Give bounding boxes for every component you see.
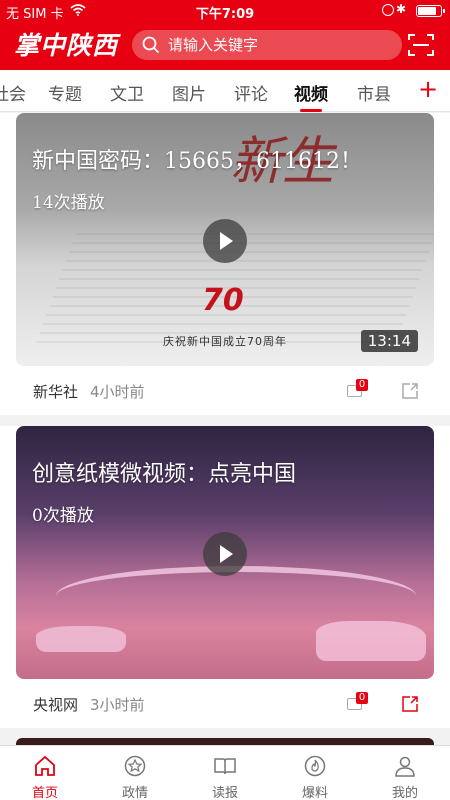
video-source: 央视网 — [33, 696, 79, 714]
tab-comments[interactable]: 评论 — [234, 80, 268, 105]
tab-pictures[interactable]: 图片 — [172, 80, 206, 105]
search-bar[interactable] — [132, 30, 402, 60]
battery-fill — [418, 7, 436, 15]
video-time: 3小时前 — [90, 696, 145, 714]
play-icon[interactable] — [203, 532, 247, 576]
bottom-nav: 首页 政情 读报 爆料 我的 — [0, 745, 450, 800]
comment-button[interactable]: 0 — [347, 692, 369, 714]
tab-culture[interactable]: 文卫 — [110, 80, 144, 105]
video-meta: 央视网 3小时前 — [33, 694, 145, 715]
video-meta: 新华社 4小时前 — [33, 381, 145, 402]
video-time: 4小时前 — [90, 383, 145, 401]
nav-label: 首页 — [31, 786, 58, 800]
channel-tabs: 社会 专题 文卫 图片 评论 视频 市县 + — [0, 70, 450, 112]
app-header: 无 SIM 卡 下午7:09 ✱ 掌中陕西 — [0, 0, 450, 70]
bluetooth-icon: ✱ — [395, 2, 406, 16]
video-thumbnail[interactable]: 创意纸模微视频：点亮中国 0次播放 — [16, 426, 434, 679]
video-card[interactable]: 新生 70 新中国密码：15665，611612！ 14次播放 庆祝新中国成立7… — [0, 113, 450, 415]
nav-mine[interactable]: 我的 — [375, 754, 435, 800]
paper-model-boat — [36, 626, 126, 652]
app-logo[interactable]: 掌中陕西 — [14, 26, 118, 62]
user-icon — [395, 756, 415, 777]
video-duration: 13:14 — [360, 330, 418, 352]
video-title: 新中国密码：15665，611612！ — [32, 149, 362, 174]
comment-count: 0 — [356, 692, 368, 704]
add-channel-button[interactable]: + — [418, 75, 438, 103]
paper-model-ship — [316, 621, 426, 661]
anniversary-emblem: 70 — [202, 283, 244, 318]
share-icon[interactable] — [401, 695, 419, 713]
play-count: 14次播放 — [32, 193, 105, 213]
play-count: 0次播放 — [32, 506, 94, 526]
tab-cities[interactable]: 市县 — [357, 80, 391, 105]
status-bar: 无 SIM 卡 下午7:09 ✱ — [0, 0, 450, 22]
video-card[interactable]: 创意纸模微视频：点亮中国 0次播放 央视网 3小时前 0 — [0, 426, 450, 728]
home-icon — [35, 755, 55, 776]
nav-tipoff[interactable]: 爆料 — [285, 754, 345, 800]
tab-special[interactable]: 专题 — [48, 80, 82, 105]
share-icon[interactable] — [401, 382, 419, 400]
book-icon — [214, 758, 236, 775]
play-icon[interactable] — [203, 219, 247, 263]
tab-video[interactable]: 视频 — [294, 80, 328, 112]
scan-icon[interactable] — [408, 33, 434, 57]
nav-newspaper[interactable]: 读报 — [195, 754, 255, 800]
comment-button[interactable]: 0 — [347, 379, 369, 401]
search-icon — [142, 36, 160, 54]
nav-label: 爆料 — [301, 786, 328, 800]
nav-label: 读报 — [211, 786, 238, 800]
flame-icon — [304, 755, 326, 777]
paper-model-bridge — [56, 566, 416, 626]
battery-icon — [416, 5, 445, 17]
nav-home[interactable]: 首页 — [15, 754, 75, 800]
star-badge-icon — [124, 755, 146, 777]
video-title: 创意纸模微视频：点亮中国 — [32, 462, 297, 487]
video-thumbnail[interactable]: 新生 70 新中国密码：15665，611612！ 14次播放 庆祝新中国成立7… — [16, 113, 434, 366]
search-input[interactable] — [168, 35, 388, 55]
video-source: 新华社 — [33, 383, 79, 401]
nav-politics[interactable]: 政情 — [105, 754, 165, 800]
rotation-lock-icon — [382, 4, 394, 16]
nav-label: 我的 — [391, 786, 418, 800]
tab-society[interactable]: 社会 — [0, 80, 26, 105]
comment-count: 0 — [356, 379, 368, 391]
nav-label: 政情 — [121, 786, 148, 800]
